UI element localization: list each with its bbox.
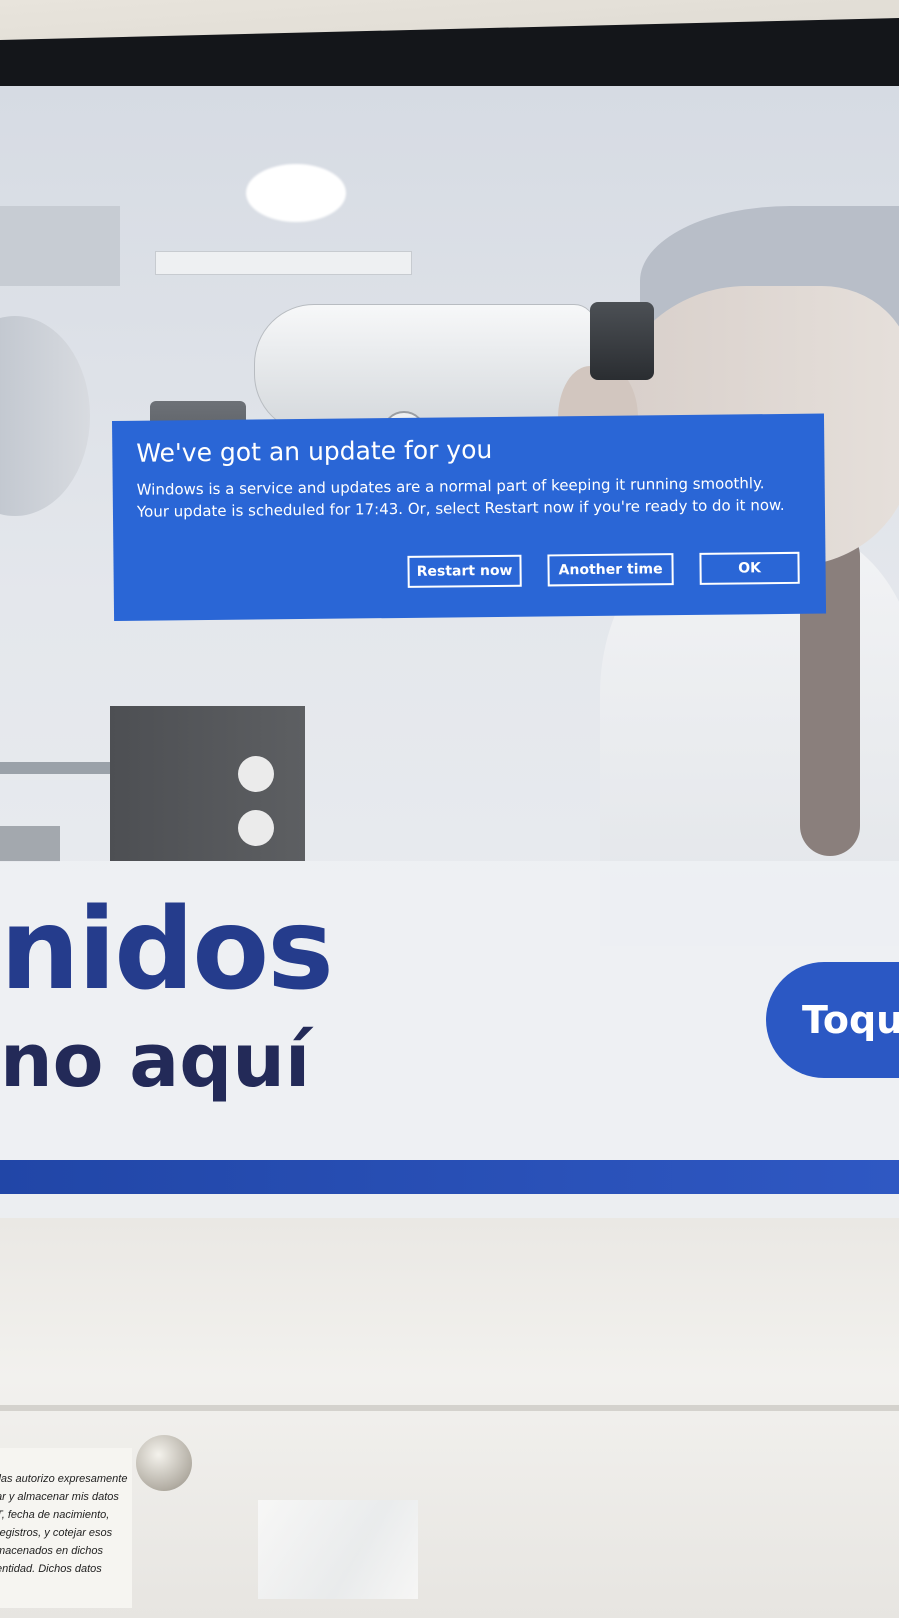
- ceiling-light-reflection: [246, 164, 346, 222]
- touch-button-label: Toqu: [802, 998, 899, 1042]
- stage-base: [110, 706, 305, 861]
- dialog-title: We've got an update for you: [136, 435, 493, 468]
- restart-now-button[interactable]: Restart now: [407, 554, 522, 588]
- chin-rest: [0, 206, 120, 286]
- touch-to-start-button[interactable]: Toqu: [766, 962, 899, 1078]
- windows-update-dialog: We've got an update for you Windows is a…: [112, 413, 827, 621]
- screw-icon: [136, 1435, 192, 1491]
- sticker-line: T, fecha de nacimiento,: [0, 1509, 110, 1521]
- kiosk-housing: [0, 1218, 899, 1618]
- welcome-subline: no aquí: [0, 1018, 311, 1104]
- welcome-headline: nidos: [0, 885, 334, 1015]
- stage-table: [0, 762, 110, 774]
- sticker-line: macenados en dichos: [0, 1545, 104, 1557]
- stage-dot: [238, 810, 274, 846]
- stage-cylinder: [0, 826, 60, 862]
- another-time-button[interactable]: Another time: [547, 553, 674, 587]
- kiosk-screen: nidos no aquí Toqu: [0, 86, 899, 1226]
- dialog-button-row: Restart now Another time OK: [407, 551, 800, 588]
- privacy-notice-sticker: llas autorizo expresamente ar y almacena…: [0, 1448, 132, 1608]
- housing-edge: [0, 1405, 899, 1411]
- bottom-blue-bar: [0, 1160, 899, 1194]
- sticker-line: llas autorizo expresamente: [0, 1473, 128, 1485]
- slit-lamp-body: [254, 304, 596, 434]
- patient-head: [0, 316, 90, 516]
- sticker-line: registros, y cotejar esos: [0, 1527, 113, 1539]
- slit-lamp-arm: [155, 251, 412, 275]
- surface-reflection: [258, 1500, 418, 1599]
- stage-dot: [238, 756, 274, 792]
- dialog-message: Windows is a service and updates are a n…: [136, 474, 785, 521]
- slit-lamp-eyepiece: [590, 302, 654, 380]
- sticker-line: ar y almacenar mis datos: [0, 1491, 119, 1503]
- ok-button[interactable]: OK: [699, 551, 800, 585]
- sticker-line: entidad. Dichos datos: [0, 1563, 102, 1575]
